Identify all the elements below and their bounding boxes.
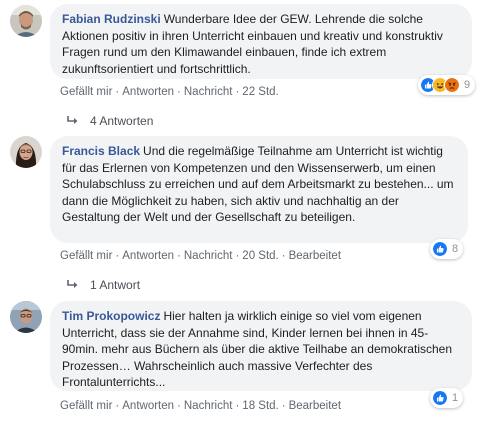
avatar-francis-black[interactable] [10, 136, 42, 168]
angry-icon [444, 77, 460, 93]
reply-link[interactable]: Antworten [122, 400, 174, 412]
comment-author[interactable]: Francis Black [62, 144, 140, 158]
view-replies-link[interactable]: 1 Antwort [66, 278, 140, 292]
replies-count-label: 4 Antworten [90, 114, 154, 128]
comment-bubble: Francis Black Und die regelmäßige Teilnah… [50, 136, 468, 243]
message-link[interactable]: Nachricht [184, 250, 233, 262]
comment-actions: Gefällt mir · Antworten · Nachricht · 18 Std. ·… [60, 400, 342, 412]
comment-bubble: Fabian Rudzinski Wunderbare Idee der GEW.… [50, 4, 472, 79]
view-replies-link[interactable]: 4 Antworten [66, 114, 153, 128]
avatar-tim-prokopowicz[interactable] [10, 301, 42, 333]
comment-actions: Gefällt mir · Antworten · Nachricht · 22 Std. [60, 86, 279, 98]
replies-count-label: 1 Antwort [90, 278, 141, 292]
like-link[interactable]: Gefällt mir [60, 86, 112, 98]
avatar-fabian-rudzinski[interactable] [10, 5, 42, 37]
comment-author[interactable]: Fabian Rudzinski [62, 12, 161, 26]
reaction-count: 8 [452, 243, 459, 255]
reaction-summary[interactable]: 8 [430, 239, 464, 259]
comment-actions: Gefällt mir · Antworten · Nachricht · 20 Std. ·… [60, 250, 342, 262]
reaction-summary[interactable]: 1 [430, 388, 464, 408]
reply-link[interactable]: Antworten [122, 250, 174, 262]
message-link[interactable]: Nachricht [184, 400, 233, 412]
timestamp[interactable]: 22 Std. [242, 86, 278, 98]
like-link[interactable]: Gefällt mir [60, 400, 112, 412]
edited-label[interactable]: Bearbeitet [289, 250, 341, 262]
like-icon [432, 241, 448, 257]
comment-bubble: Tim Prokopowicz Hier halten ja wirklich e… [50, 301, 472, 391]
reaction-summary[interactable]: 9 [418, 75, 476, 95]
like-icon [432, 390, 448, 406]
like-link[interactable]: Gefällt mir [60, 250, 112, 262]
comment-author[interactable]: Tim Prokopowicz [62, 309, 160, 323]
timestamp[interactable]: 18 Std. [242, 400, 278, 412]
timestamp[interactable]: 20 Std. [242, 250, 278, 262]
reply-arrow-icon [67, 280, 78, 288]
reply-link[interactable]: Antworten [122, 86, 174, 98]
edited-label[interactable]: Bearbeitet [289, 400, 341, 412]
reaction-count: 1 [452, 392, 459, 404]
reply-arrow-icon [67, 116, 78, 124]
message-link[interactable]: Nachricht [184, 86, 233, 98]
reaction-count: 9 [464, 79, 471, 91]
